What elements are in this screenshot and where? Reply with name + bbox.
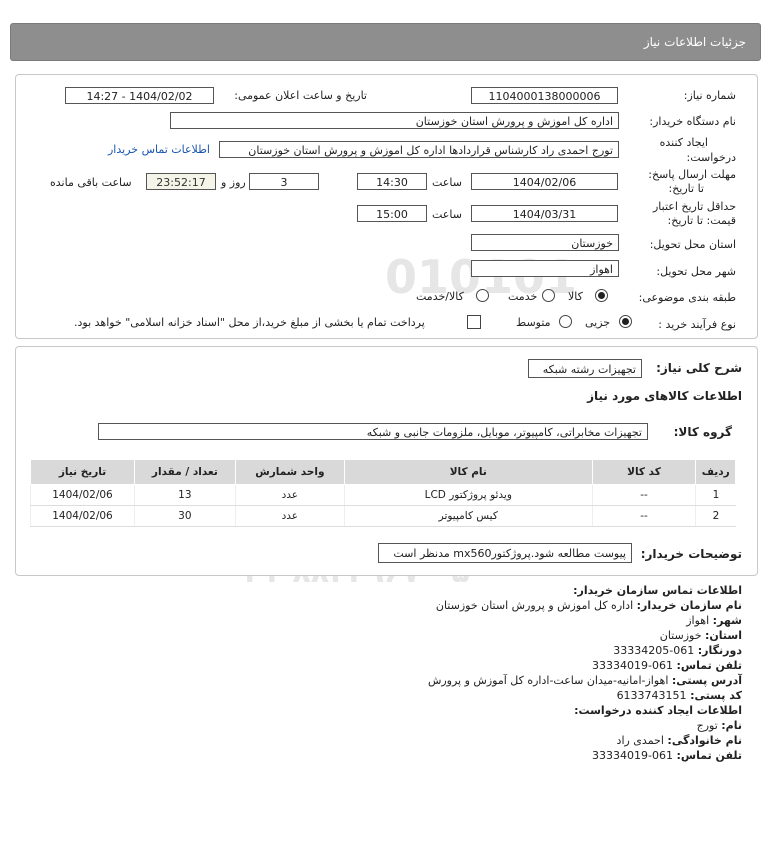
group-field: تجهیزات مخابراتی، کامپیوتر، موبایل، ملزو…: [98, 423, 648, 440]
process-option-minor: جزیی: [585, 316, 611, 329]
need-number-label: شماره نیاز:: [683, 89, 736, 102]
address-value: اهواز-امانیه-میدان ساعت-اداره کل آموزش و…: [427, 674, 669, 687]
cell-date: 1404/02/06: [30, 484, 135, 506]
deadline-date-field: 1404/02/06: [471, 173, 618, 190]
contact-section: اطلاعات تماس سازمان خریدار: نام سازمان خ…: [42, 584, 742, 844]
deadline-label-1: مهلت ارسال پاسخ:: [648, 168, 736, 181]
cell-name: ویدئو پروژکتور LCD: [344, 484, 593, 506]
process-option-medium: متوسط: [516, 316, 551, 329]
buyer-contact-link[interactable]: اطلاعات تماس خریدار: [108, 143, 210, 156]
category-option-both: کالا/خدمت: [416, 290, 464, 303]
deadline-time-field: 14:30: [357, 173, 427, 190]
first-name-value: تورج: [696, 719, 718, 732]
province-label: استان محل تحویل:: [649, 238, 736, 251]
cell-row: 2: [695, 505, 736, 527]
treasury-checkbox[interactable]: [467, 315, 481, 329]
buyer-notes-label: توضیحات خریدار:: [640, 547, 742, 561]
cell-code: --: [591, 505, 696, 527]
last-name-value: احمدی راد: [616, 734, 664, 747]
cell-unit: عدد: [234, 484, 345, 506]
org-contact-title: اطلاعات تماس سازمان خریدار:: [573, 584, 742, 597]
city-field: اهواز: [471, 260, 619, 277]
need-number-field: 1104000138000006: [471, 87, 618, 104]
process-radio-medium[interactable]: [559, 315, 572, 328]
table-row: 1 -- ویدئو پروژکتور LCD عدد 13 1404/02/0…: [30, 484, 736, 506]
process-label: نوع فرآیند خرید :: [658, 318, 736, 331]
cell-qty: 13: [133, 484, 236, 506]
creator-phone-label: تلفن تماس:: [676, 749, 742, 762]
fax-label: دورنگار:: [697, 644, 742, 657]
province-field: خوزستان: [471, 234, 619, 251]
category-radio-service[interactable]: [542, 289, 555, 302]
creator-phone-value: 061-33334019: [592, 749, 674, 762]
cell-qty: 30: [133, 505, 236, 527]
announce-label: تاریخ و ساعت اعلان عمومی:: [234, 89, 367, 102]
buyer-label: نام دستگاه خریدار:: [649, 115, 736, 128]
cell-unit: عدد: [234, 505, 345, 527]
deadline-label-2: تا تاریخ:: [668, 182, 704, 195]
org-name-label: نام سازمان خریدار:: [636, 599, 742, 612]
cell-name: کیس کامپیوتر: [344, 505, 593, 527]
validity-time-label: ساعت: [432, 208, 462, 221]
address-label: آدرس پستی:: [671, 674, 742, 687]
remaining-time-field: 23:52:17: [146, 173, 216, 190]
creator-label-2: درخواست:: [686, 151, 736, 164]
org-name-value: اداره کل اموزش و پرورش استان خوزستان: [435, 599, 634, 612]
first-name-label: نام:: [721, 719, 742, 732]
validity-label-2: قیمت: تا تاریخ:: [667, 214, 736, 227]
cell-row: 1: [695, 484, 736, 506]
goods-section-title: اطلاعات کالاهای مورد نیاز: [587, 389, 742, 403]
postal-label: کد پستی:: [690, 689, 742, 702]
creator-field: تورج احمدی راد کارشناس قراردادها اداره ک…: [219, 141, 619, 158]
buyer-field: اداره کل اموزش و پرورش استان خوزستان: [170, 112, 619, 129]
creator-contact-title: اطلاعات ایجاد کننده درخواست:: [574, 704, 742, 717]
payment-note: پرداخت تمام یا بخشی از مبلغ خرید،از محل …: [74, 316, 425, 329]
announce-field: 1404/02/02 - 14:27: [65, 87, 214, 104]
summary-field: تجهیزات رشته شبکه: [528, 359, 642, 378]
process-radio-minor[interactable]: [619, 315, 632, 328]
last-name-label: نام خانوادگی:: [667, 734, 742, 747]
table-row: 2 -- کیس کامپیوتر عدد 30 1404/02/06: [30, 505, 736, 527]
col-date: تاریخ نیاز: [30, 459, 135, 485]
contact-city-label: شهر:: [712, 614, 742, 627]
page-header: جزئیات اطلاعات نیاز: [10, 23, 761, 61]
category-option-service: خدمت: [508, 290, 538, 303]
cell-date: 1404/02/06: [30, 505, 135, 527]
phone-value: 061-33334019: [592, 659, 674, 672]
validity-date-field: 1404/03/31: [471, 205, 618, 222]
col-name: نام کالا: [344, 459, 593, 485]
goods-table-header: ردیف کد کالا نام کالا واحد شمارش تعداد /…: [30, 459, 736, 485]
phone-label: تلفن تماس:: [676, 659, 742, 672]
remaining-label: ساعت باقی مانده: [50, 176, 132, 189]
page-title: جزئیات اطلاعات نیاز: [643, 35, 746, 49]
category-option-goods: کالا: [568, 290, 583, 303]
summary-label: شرح کلی نیاز:: [656, 361, 742, 375]
city-label: شهر محل تحویل:: [656, 265, 736, 278]
days-label: روز و: [221, 176, 246, 189]
fax-value: 061-33334205: [613, 644, 695, 657]
category-label: طبقه بندی موضوعی:: [638, 291, 736, 304]
col-unit: واحد شمارش: [234, 459, 346, 485]
buyer-notes-field: پیوست مطالعه شود.پروژکتورmx560 مدنظر است: [378, 543, 632, 563]
contact-province-label: استان:: [705, 629, 742, 642]
col-qty: تعداد / مقدار: [133, 459, 236, 485]
group-label: گروه کالا:: [673, 425, 732, 439]
creator-label-1: ایجاد کننده: [659, 136, 708, 149]
category-radio-both[interactable]: [476, 289, 489, 302]
deadline-time-label: ساعت: [432, 176, 462, 189]
validity-time-field: 15:00: [357, 205, 427, 222]
contact-province-value: خوزستان: [659, 629, 702, 642]
days-field: 3: [249, 173, 319, 190]
goods-table: ردیف کد کالا نام کالا واحد شمارش تعداد /…: [30, 459, 736, 527]
contact-city-value: اهواز: [686, 614, 710, 627]
validity-label-1: حداقل تاریخ اعتبار: [652, 200, 736, 213]
category-radio-goods[interactable]: [595, 289, 608, 302]
col-row: ردیف: [695, 459, 736, 485]
cell-code: --: [591, 484, 696, 506]
col-code: کد کالا: [591, 459, 697, 485]
postal-value: 6133743151: [616, 689, 687, 702]
